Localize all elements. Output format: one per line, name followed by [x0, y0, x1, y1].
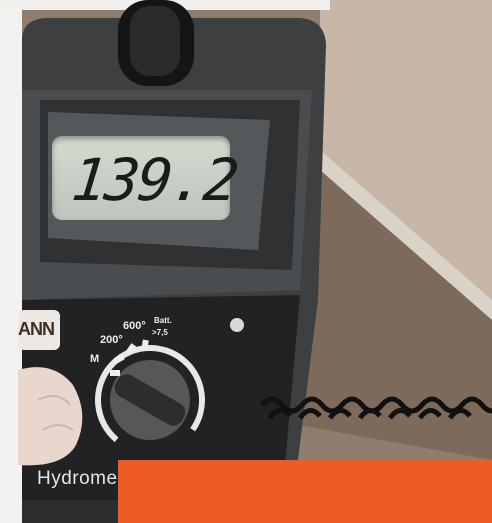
dial-label-m: M — [90, 353, 100, 365]
brand-logo: ANN — [18, 310, 60, 350]
orange-sticker — [118, 460, 492, 523]
photo-scene: 139.2 ANN M 200° 600° Batt. >7,5 Hydrome — [0, 0, 492, 523]
lcd-reading: 139.2 — [68, 146, 241, 214]
dial-label-batt: Batt. — [154, 316, 172, 325]
dial-label-600: 600° — [123, 320, 146, 332]
brand-label: Hydrome — [37, 468, 118, 489]
thumb — [18, 367, 83, 466]
logo-text: ANN — [18, 319, 55, 339]
dial-label-gt75: >7,5 — [152, 328, 168, 337]
dial-label-200: 200° — [100, 334, 123, 346]
